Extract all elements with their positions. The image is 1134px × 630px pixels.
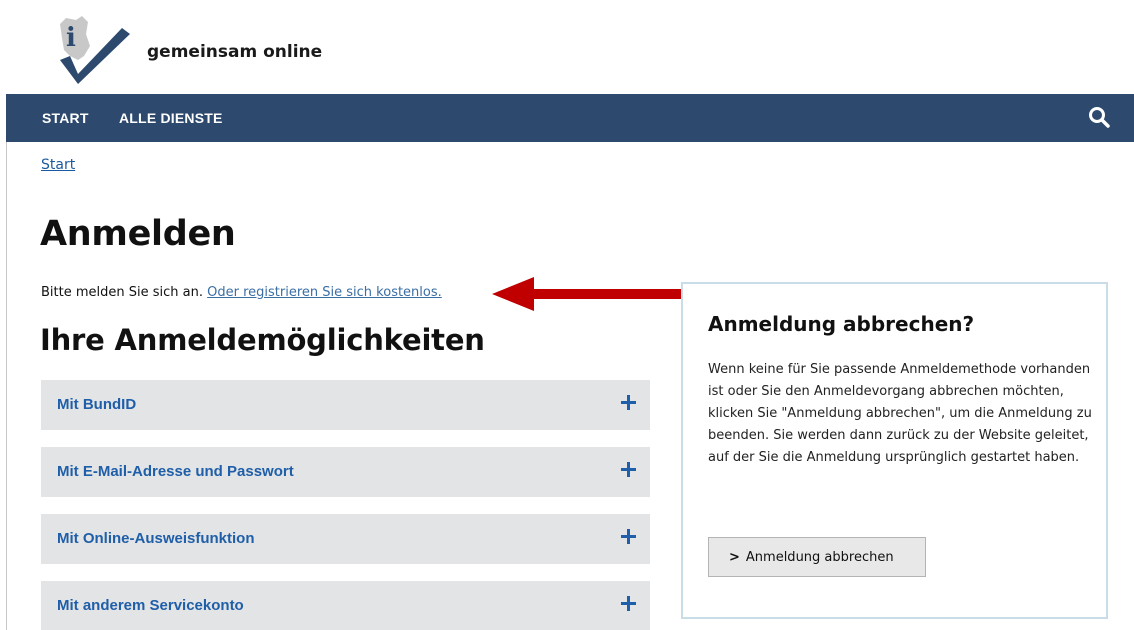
accordion-label: Mit anderem Servicekonto [57,597,244,614]
intro-text: Bitte melden Sie sich an. Oder registrie… [41,285,442,300]
breadcrumb-start[interactable]: Start [41,157,75,173]
accordion-label: Mit BundID [57,396,137,413]
plus-icon[interactable] [620,461,636,477]
nav-alle-dienste[interactable]: ALLE DIENSTE [119,110,223,126]
main-navigation: START ALLE DIENSTE [6,94,1134,142]
plus-icon[interactable] [620,595,636,611]
intro-label: Bitte melden Sie sich an. [41,285,203,300]
brand-name[interactable]: gemeinsam online [147,42,322,62]
plus-icon[interactable] [620,528,636,544]
cancel-login-button[interactable]: > Anmeldung abbrechen [708,537,926,577]
accordion-email-password[interactable]: Mit E-Mail-Adresse und Passwort [41,447,650,497]
logo-icon[interactable]: i [56,16,132,86]
accordion-label: Mit E-Mail-Adresse und Passwort [57,463,294,480]
register-link[interactable]: Oder registrieren Sie sich kostenlos. [207,285,442,300]
page-title: Anmelden [40,214,236,254]
svg-text:i: i [66,23,76,53]
accordion-servicekonto[interactable]: Mit anderem Servicekonto [41,581,650,630]
search-icon[interactable] [1087,105,1111,129]
cancel-description: Wenn keine für Sie passende Anmeldemetho… [708,362,1092,465]
accordion-bundid[interactable]: Mit BundID [41,380,650,430]
chevron-right-icon: > [729,549,740,565]
cancel-login-box: Anmeldung abbrechen? Wenn keine für Sie … [681,282,1108,619]
accordion-online-ausweis[interactable]: Mit Online-Ausweisfunktion [41,514,650,564]
cancel-button-label: Anmeldung abbrechen [745,549,894,565]
accordion-label: Mit Online-Ausweisfunktion [57,530,255,547]
options-heading: Ihre Anmeldemöglichkeiten [40,323,485,357]
site-header: i gemeinsam online [6,0,1134,94]
nav-start[interactable]: START [42,110,89,126]
plus-icon[interactable] [620,394,636,410]
cancel-heading: Anmeldung abbrechen? [708,312,975,336]
